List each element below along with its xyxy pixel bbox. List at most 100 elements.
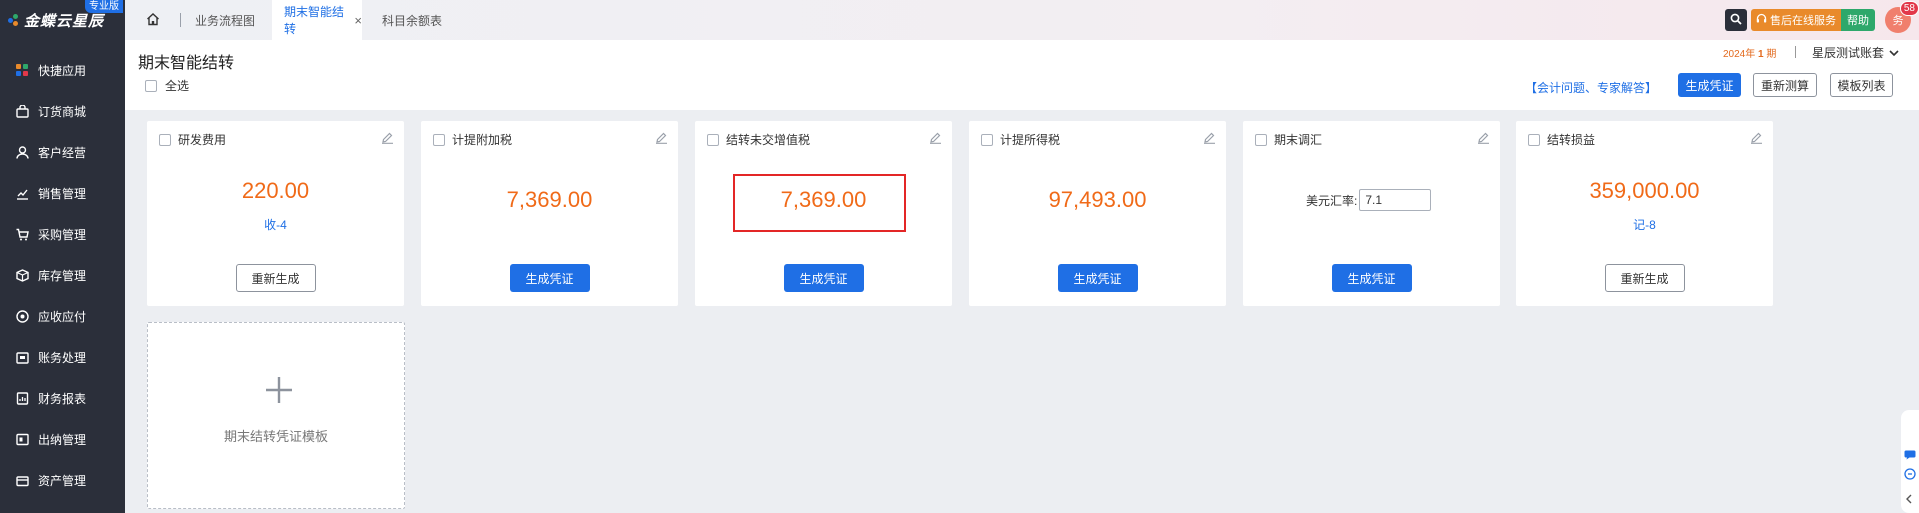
sidebar-item-label: 财务报表 [38,392,87,406]
chevron-down-icon [1889,46,1899,60]
sidebar-item-sales[interactable]: 销售管理 [0,173,125,214]
voucher-number-link[interactable]: 记-8 [1516,216,1773,233]
period-year: 2024年 [1723,49,1756,60]
exchange-rate-row: 美元汇率: [1306,189,1432,211]
regenerate-button[interactable]: 重新生成 [1604,264,1685,292]
sidebar-item-order-mall[interactable]: 订货商城 [0,91,125,132]
card-amount: 359,000.00 [1589,178,1700,203]
edit-icon[interactable] [1477,131,1490,147]
card-title: 研发费用 [159,131,226,148]
sidebar-nav: 快捷应用 订货商城 客户经营 销售管理 采购管理 库存管理 应收应付 账务处理 … [0,50,125,501]
edit-icon[interactable] [929,131,942,147]
card-title-label: 期末调汇 [1274,133,1323,147]
sidebar-item-ledger[interactable]: 账务处理 [0,337,125,378]
plus-icon [264,375,294,405]
tab-label: 期末智能结转 [284,5,345,36]
sidebar-item-label: 出纳管理 [38,433,87,447]
sidebar-item-label: 快捷应用 [38,64,87,78]
shopping-bag-icon [14,104,30,120]
sidebar-item-label: 采购管理 [38,228,87,242]
avatar[interactable]: 务 58 [1885,1,1919,33]
add-template-label: 期末结转凭证模板 [223,429,328,444]
template-list-button[interactable]: 模板列表 [1830,73,1893,97]
tab-account-balance[interactable]: 科目余额表 [382,0,442,40]
tab-period-end-transfer[interactable]: 期末智能结转 × [272,0,362,40]
transfer-card-unpaid-vat: 结转未交增值税 7,369.00 生成凭证 [695,121,952,306]
generate-voucher-button[interactable]: 生成凭证 [509,264,590,292]
account-set-selector[interactable]: 星辰测试账套 [1812,44,1899,61]
card-checkbox[interactable] [1255,133,1267,146]
sidebar-item-label: 库存管理 [38,269,87,283]
sidebar-item-label: 订货商城 [38,105,87,119]
card-amount: 7,369.00 [506,187,593,212]
card-checkbox[interactable] [159,133,171,146]
card-title-label: 结转损益 [1547,133,1596,147]
sidebar-item-cashier[interactable]: 出纳管理 [0,419,125,460]
card-title: 结转损益 [1528,131,1595,148]
service-label: 售后在线服务 [1770,15,1836,27]
card-title: 计提附加税 [433,131,512,148]
app-logo[interactable]: 金蝶云星辰 专业版 [0,0,125,40]
card-checkbox[interactable] [433,133,445,146]
generate-voucher-button[interactable]: 生成凭证 [1678,73,1741,97]
box-icon [14,268,30,284]
regenerate-button[interactable]: 重新生成 [235,264,316,292]
period-selector[interactable]: 2024年 1 期 [1723,45,1776,60]
cashier-icon [14,432,30,448]
headset-icon [1756,13,1767,27]
feedback-icon[interactable] [1904,468,1916,483]
period-unit: 期 [1766,49,1777,60]
generate-voucher-button[interactable]: 生成凭证 [1331,264,1412,292]
page-header: 期末智能结转 全选 2024年 1 期 星辰测试账套 【会计问题、专家解答】 生… [125,40,1919,110]
tab-separator [180,13,181,27]
tab-label: 业务流程图 [195,13,256,28]
select-all-label: 全选 [165,79,190,93]
sidebar-item-quick-apps[interactable]: 快捷应用 [0,50,125,91]
customer-icon [14,145,30,161]
account-set-name: 星辰测试账套 [1812,46,1885,60]
chevron-left-icon[interactable] [1905,492,1913,507]
sidebar-item-inventory[interactable]: 库存管理 [0,255,125,296]
sidebar-item-assets[interactable]: 资产管理 [0,460,125,501]
exchange-rate-input[interactable] [1359,189,1432,211]
search-icon [1730,13,1742,28]
select-all[interactable]: 全选 [145,77,189,94]
sidebar-item-label: 账务处理 [38,351,87,365]
sidebar-item-label: 销售管理 [38,187,87,201]
card-title: 结转未交增值税 [707,131,810,148]
home-icon [146,12,160,29]
sidebar-item-receivable[interactable]: 应收应付 [0,296,125,337]
chat-icon[interactable] [1904,448,1916,463]
add-template-card[interactable]: 期末结转凭证模板 [147,322,405,509]
sidebar-item-reports[interactable]: 财务报表 [0,378,125,419]
sidebar-item-customer[interactable]: 客户经营 [0,132,125,173]
card-title-label: 计提所得税 [1000,133,1061,147]
generate-voucher-button[interactable]: 生成凭证 [1057,264,1138,292]
edit-icon[interactable] [655,131,668,147]
edit-icon[interactable] [381,131,394,147]
select-all-checkbox[interactable] [145,79,157,92]
sidebar-item-purchase[interactable]: 采购管理 [0,214,125,255]
edit-icon[interactable] [1203,131,1216,147]
close-icon[interactable]: × [354,13,362,28]
tab-process-chart[interactable]: 业务流程图 [195,0,255,40]
transfer-card-rd-expense: 研发费用 220.00 收-4 重新生成 [147,121,404,306]
floating-side-tools [1901,410,1919,513]
search-button[interactable] [1725,9,1747,31]
tab-home[interactable] [125,0,180,40]
after-sales-service-button[interactable]: 售后在线服务 [1751,9,1841,31]
notification-badge: 58 [1899,1,1919,16]
expert-answer-link[interactable]: 【会计问题、专家解答】 [1525,79,1657,96]
voucher-number-link[interactable]: 收-4 [147,216,404,233]
card-checkbox[interactable] [1528,133,1540,146]
edit-icon[interactable] [1750,131,1763,147]
generate-voucher-button[interactable]: 生成凭证 [783,264,864,292]
card-checkbox[interactable] [981,133,993,146]
transfer-card-exchange-adjustment: 期末调汇 美元汇率: 生成凭证 [1243,121,1500,306]
recalculate-button[interactable]: 重新测算 [1753,73,1817,97]
card-checkbox[interactable] [707,133,719,146]
divider [1795,46,1796,58]
help-button[interactable]: 帮助 [1841,9,1875,31]
avatar-text: 务 [1892,15,1904,27]
top-bar: 业务流程图 期末智能结转 × 科目余额表 售后在线服务 帮助 务 58 [125,0,1919,40]
